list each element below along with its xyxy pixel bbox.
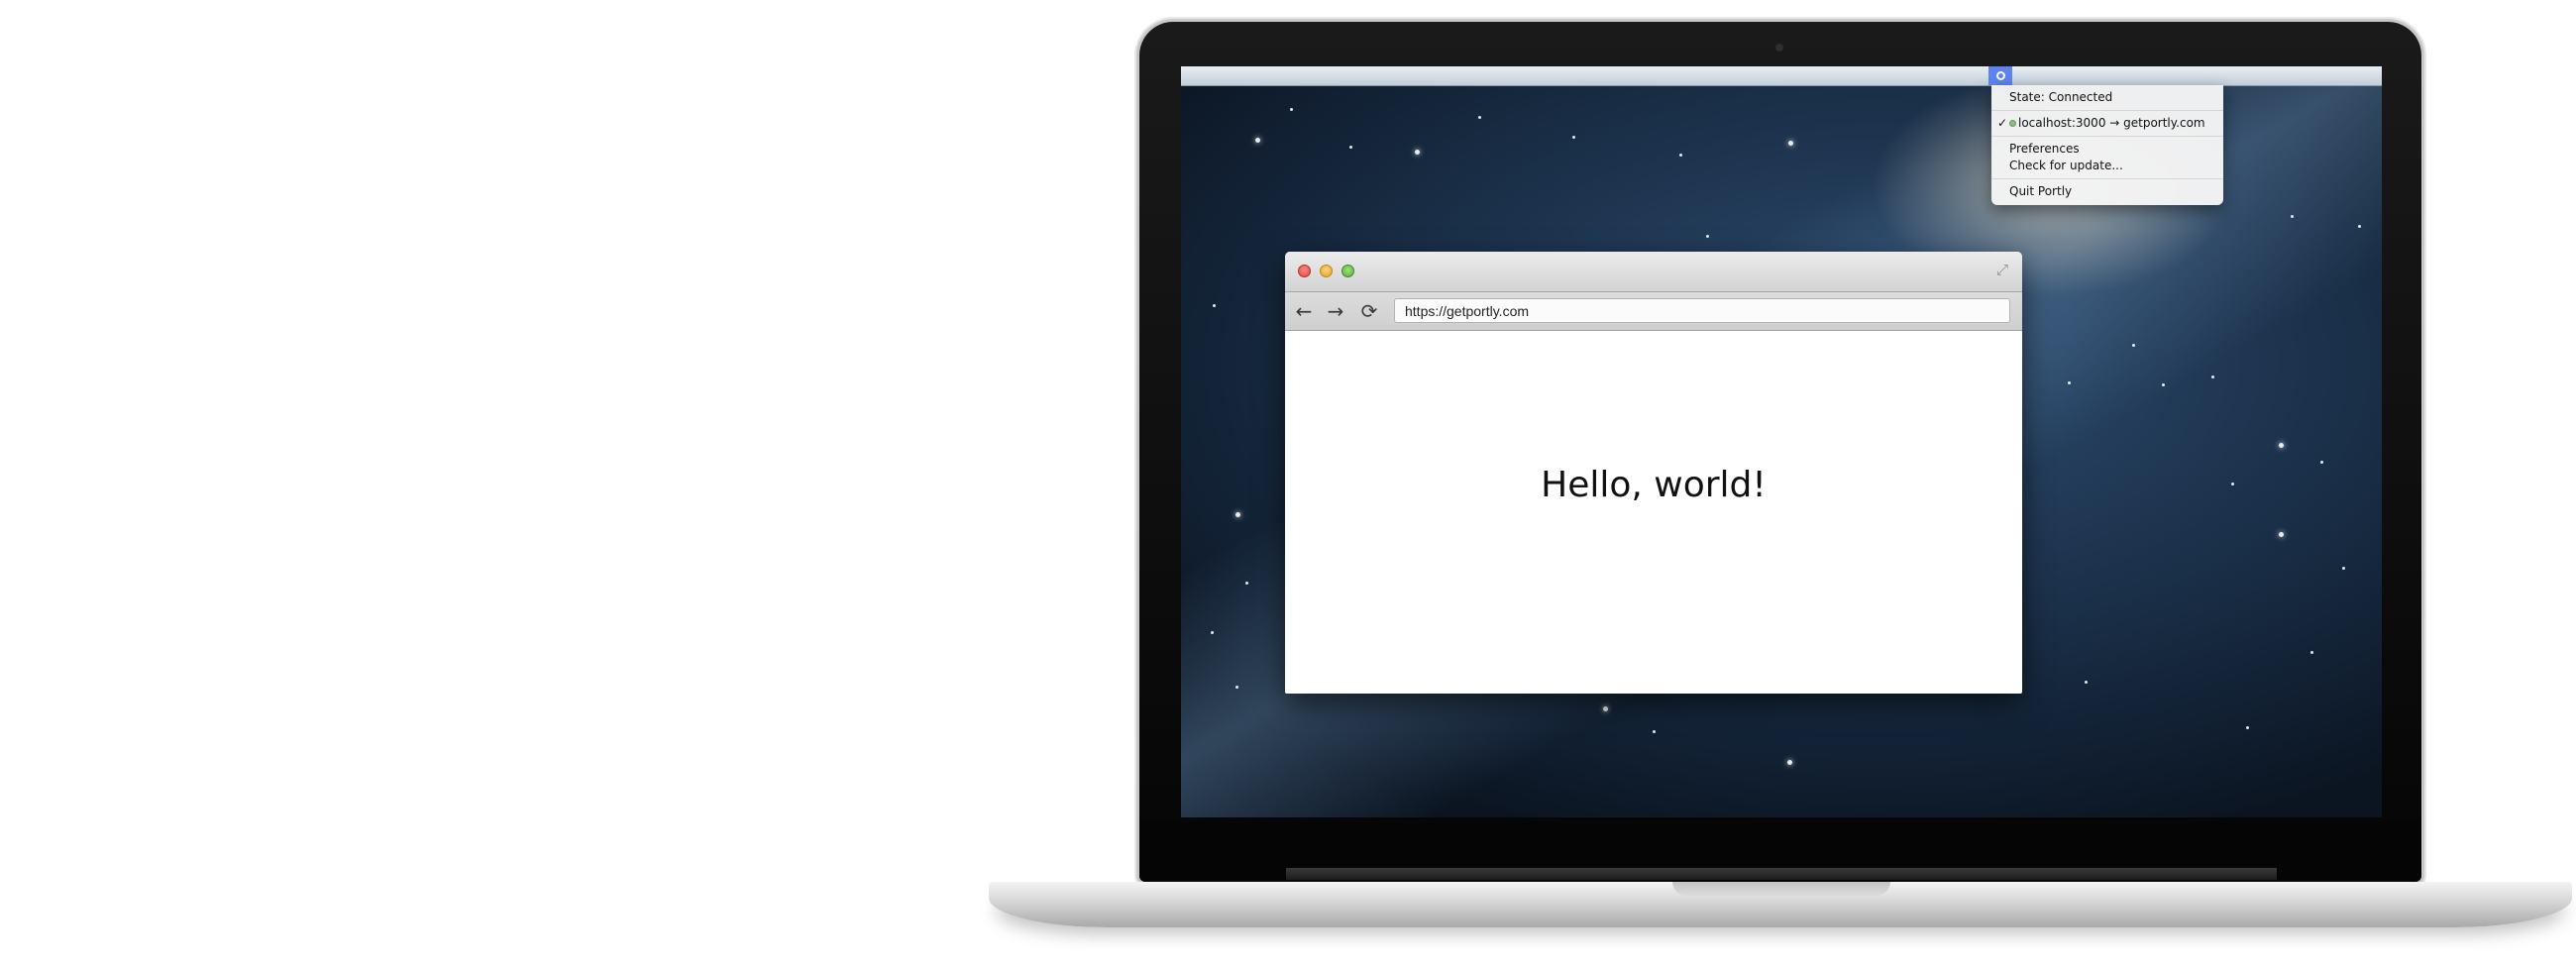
star (2231, 483, 2234, 485)
quit-label: Quit Portly (2009, 184, 2073, 198)
star (2279, 443, 2284, 448)
star (2085, 681, 2088, 684)
star (2320, 461, 2323, 464)
star (1787, 760, 1792, 765)
star (1235, 512, 1240, 517)
forward-arrow-icon[interactable]: → (1323, 299, 1348, 323)
star (2310, 651, 2313, 654)
star (1415, 150, 1420, 155)
laptop-lid: State: Connected ✓ localhost:3000 → getp… (1139, 22, 2421, 882)
tunnel-label: localhost:3000 → getportly.com (2018, 116, 2205, 130)
browser-titlebar[interactable]: ⤢ (1285, 252, 2022, 292)
fullscreen-icon[interactable]: ⤢ (1994, 263, 2010, 278)
star (1572, 136, 1575, 139)
check-update-label: Check for update... (2009, 159, 2123, 172)
webcam (1775, 44, 1783, 52)
page-content: Hello, world! (1285, 330, 2022, 694)
menu-separator (1991, 178, 2223, 179)
minimize-window-button[interactable] (1320, 265, 1333, 277)
star (1211, 631, 1214, 634)
page-heading: Hello, world! (1541, 465, 1767, 505)
star (2068, 381, 2071, 384)
menu-item-check-update[interactable]: Check for update... (1991, 158, 2223, 174)
star (2279, 532, 2284, 537)
laptop-hinge (1286, 868, 2277, 880)
zoom-window-button[interactable] (1342, 265, 1354, 277)
star (2342, 567, 2345, 570)
connected-dot-icon (2009, 120, 2016, 127)
menu-item-quit[interactable]: Quit Portly (1991, 183, 2223, 200)
state-label: State: Connected (2009, 90, 2113, 104)
portly-status-item[interactable] (1988, 66, 2012, 85)
checkmark-icon: ✓ (1997, 116, 2008, 130)
menu-separator (1991, 136, 2223, 137)
star (2132, 344, 2135, 347)
star (1788, 141, 1793, 146)
back-arrow-icon[interactable]: ← (1291, 299, 1317, 323)
menu-item-tunnel[interactable]: ✓ localhost:3000 → getportly.com (1991, 115, 2223, 132)
star (1349, 146, 1352, 149)
menu-item-state: State: Connected (1991, 89, 2223, 106)
star (1706, 235, 1709, 238)
star (1245, 582, 1248, 585)
star (1255, 138, 1260, 143)
star (1603, 706, 1608, 711)
star (2358, 225, 2361, 228)
star (1679, 154, 1682, 157)
close-window-button[interactable] (1298, 265, 1311, 277)
star (1235, 686, 1238, 689)
menu-bar (1181, 66, 2382, 86)
star (1290, 108, 1293, 111)
portly-status-icon (1995, 71, 2005, 80)
star (2211, 376, 2214, 378)
preferences-label: Preferences (2009, 142, 2080, 156)
portly-dropdown-menu: State: Connected ✓ localhost:3000 → getp… (1991, 85, 2223, 205)
reload-icon[interactable]: ⟳ (1356, 299, 1382, 323)
laptop-base (989, 868, 2572, 927)
menu-separator (1991, 110, 2223, 111)
star (2291, 215, 2294, 218)
star (1653, 730, 1656, 733)
desktop-screen: State: Connected ✓ localhost:3000 → getp… (1181, 66, 2382, 817)
star (1213, 304, 1216, 307)
browser-toolbar: ← → ⟳ (1285, 292, 2022, 331)
lid-opening-notch (1672, 882, 1890, 896)
menu-item-preferences[interactable]: Preferences (1991, 141, 2223, 158)
address-bar[interactable] (1394, 298, 2010, 323)
browser-window: ⤢ ← → ⟳ Hello, world! (1285, 252, 2022, 694)
star (1478, 116, 1481, 119)
star (2162, 383, 2165, 386)
star (2246, 726, 2249, 729)
